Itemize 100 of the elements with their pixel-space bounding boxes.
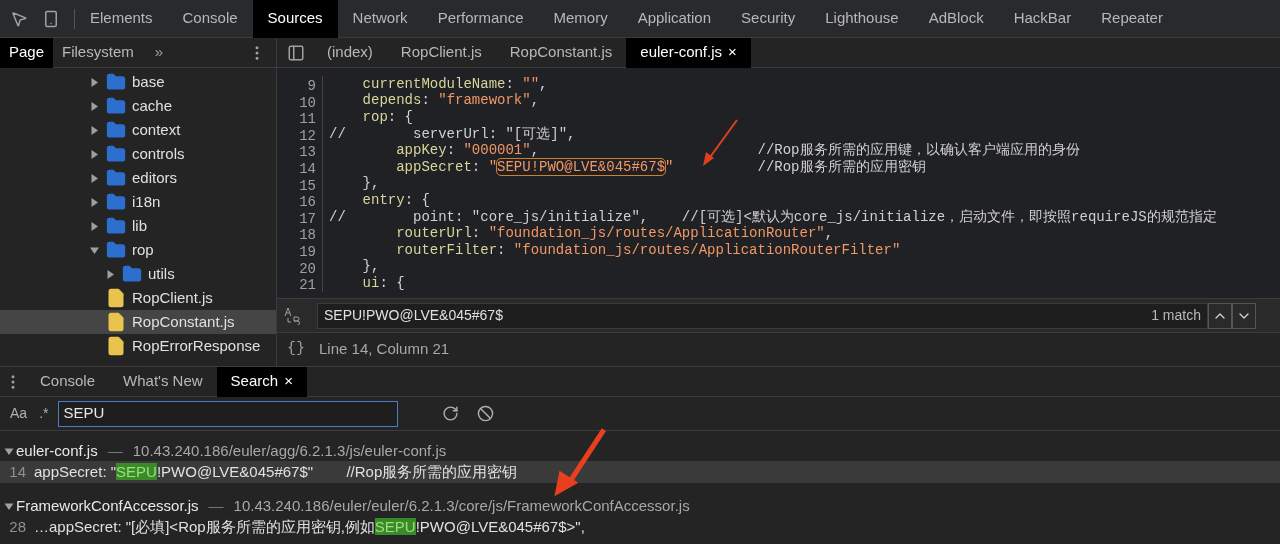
result-file-header[interactable]: euler-conf.js — 10.43.240.186/euler/agg/6.2.1.3/js/euler-conf.js — [0, 441, 1280, 461]
disclosure-triangle-icon — [90, 173, 100, 183]
disclosure-triangle-icon — [90, 101, 100, 111]
folder-item[interactable]: cache — [0, 94, 276, 118]
close-icon[interactable]: × — [728, 41, 737, 64]
next-match-button[interactable] — [1232, 302, 1256, 329]
line-number: 11 — [277, 109, 323, 126]
disclosure-triangle-icon[interactable] — [3, 501, 15, 511]
folder-icon — [122, 264, 142, 284]
previous-match-button[interactable] — [1208, 302, 1232, 329]
file-icon — [106, 336, 126, 356]
code-line: depends: "framework", — [361, 91, 540, 110]
folder-item[interactable]: i18n — [0, 190, 276, 214]
panel-tab[interactable]: Security — [726, 0, 811, 38]
disclosure-triangle-icon — [90, 125, 100, 135]
drawer-tab[interactable]: Search × — [216, 366, 307, 397]
disclosure-triangle-icon — [90, 221, 100, 231]
result-file-header[interactable]: FrameworkConfAccessor.js — 10.43.240.186/euler/euler/6.2.1.3/core/js/FrameworkConfAccessor.js — [0, 496, 1280, 516]
line-number: 13 — [277, 142, 323, 159]
result-match-row[interactable]: 28 …appSecret: "[必填]<Rop服务所需的应用密钥,例如SEPU!PWO@LVE&045#67$>", — [0, 516, 1280, 538]
panel-tab[interactable]: Memory — [538, 0, 623, 38]
file-tab[interactable]: euler-conf.js × — [626, 37, 751, 68]
annotation-arrow — [700, 118, 740, 168]
file-tab[interactable]: RopConstant.js — [495, 37, 627, 68]
disclosure-triangle-icon — [90, 197, 100, 207]
panel-tab[interactable]: Repeater — [1086, 0, 1178, 38]
code-line: rop: { — [361, 108, 414, 127]
separator-dash: — — [107, 440, 123, 461]
folder-icon — [106, 72, 126, 92]
file-icon — [106, 288, 126, 308]
panel-tab[interactable]: AdBlock — [913, 0, 999, 38]
inspect-icon[interactable] — [10, 9, 28, 28]
folder-icon — [106, 240, 126, 260]
navigator-tab[interactable]: Page — [0, 38, 54, 68]
device-icon[interactable] — [42, 9, 60, 28]
folder-item[interactable]: context — [0, 118, 276, 142]
cursor-position: Line 14, Column 21 — [319, 339, 450, 360]
code-line: }, — [361, 257, 380, 276]
line-number: 15 — [277, 175, 323, 193]
folder-icon — [106, 144, 126, 164]
search-field[interactable]: SEPU — [58, 400, 399, 427]
folder-item[interactable]: controls — [0, 142, 276, 166]
search-option-toggle[interactable]: .* — [37, 403, 51, 424]
line-number: 18 — [277, 225, 323, 242]
disclosure-triangle-icon — [90, 245, 100, 255]
panel-tab[interactable]: Elements — [75, 0, 168, 38]
code-line: // serverUrl: "[可选]", — [328, 124, 576, 143]
disclosure-triangle-icon[interactable] — [3, 446, 15, 456]
line-number: 12 — [277, 125, 323, 143]
disclosure-triangle-icon — [90, 77, 100, 87]
disclosure-triangle-icon — [106, 269, 116, 279]
panel-tab[interactable]: HackBar — [998, 0, 1087, 38]
search-option-toggle[interactable]: Aa — [8, 403, 30, 424]
panel-tab[interactable]: Sources — [252, 0, 338, 38]
line-number: 20 — [277, 258, 323, 276]
line-number: 21 — [277, 275, 323, 292]
folder-item[interactable]: lib — [0, 214, 276, 238]
code-line: ui: { — [361, 273, 405, 293]
line-number: 9 — [277, 76, 323, 93]
line-number: 10 — [277, 92, 323, 110]
refresh-icon[interactable] — [442, 405, 460, 422]
line-number: 16 — [277, 192, 323, 209]
drawer-tab[interactable]: Console — [26, 366, 110, 397]
file-item[interactable]: RopClient.js — [0, 286, 276, 310]
code-line: appKey: "000001", //Rop服务所需的应用键，以确认客户端应用的身份 — [395, 141, 1080, 159]
navigator-tab[interactable]: Filesystem — [53, 38, 143, 68]
drawer-tab[interactable]: What's New — [109, 366, 217, 397]
panel-tab[interactable]: Console — [167, 0, 253, 38]
result-match-row[interactable]: 14 appSecret: "SEPU!PWO@LVE&045#67$" //Rop服务所需的应用密钥 — [0, 461, 1280, 483]
sidebar-toggle-icon[interactable] — [287, 43, 305, 62]
line-number: 19 — [277, 241, 323, 259]
panel-tab[interactable]: Performance — [422, 0, 539, 38]
folder-item[interactable]: utils — [0, 262, 276, 286]
code-line: // point: "core_js/initialize", //[可选]<默认为core_js/initialize，启动文件，即按照requireJS的规范指定 — [328, 207, 1217, 226]
folder-item[interactable]: base — [0, 70, 276, 94]
find-field[interactable]: SEPU!PWO@LVE&045#67$ 1 match — [317, 302, 1208, 329]
pretty-print-button[interactable]: {} — [287, 338, 305, 361]
panel-tab[interactable]: Lighthouse — [810, 0, 914, 38]
folder-item[interactable]: editors — [0, 166, 276, 190]
line-number: 17 — [277, 208, 323, 226]
folder-item[interactable]: rop — [0, 238, 276, 262]
more-tabs-button[interactable]: » — [154, 41, 164, 64]
folder-icon — [106, 96, 126, 116]
file-item[interactable]: RopConstant.js — [0, 310, 276, 334]
folder-icon — [106, 216, 126, 236]
code-line: routerFilter: "foundation_js/routes/ApplicationRouterFilter" — [395, 240, 901, 260]
line-number: 14 — [277, 158, 323, 176]
file-tab[interactable]: RopClient.js — [386, 37, 496, 68]
file-icon — [106, 312, 126, 332]
file-item[interactable]: RopErrorResponse — [0, 334, 276, 358]
file-tab[interactable]: (index) — [313, 37, 387, 68]
clear-icon[interactable] — [477, 405, 495, 422]
close-icon[interactable]: × — [284, 370, 293, 393]
folder-icon — [106, 168, 126, 188]
separator-dash: — — [208, 495, 224, 516]
folder-icon — [106, 192, 126, 212]
disclosure-triangle-icon — [90, 149, 100, 159]
panel-tab[interactable]: Application — [622, 0, 727, 38]
match-count: 1 match — [1151, 306, 1201, 325]
panel-tab[interactable]: Network — [337, 0, 423, 38]
